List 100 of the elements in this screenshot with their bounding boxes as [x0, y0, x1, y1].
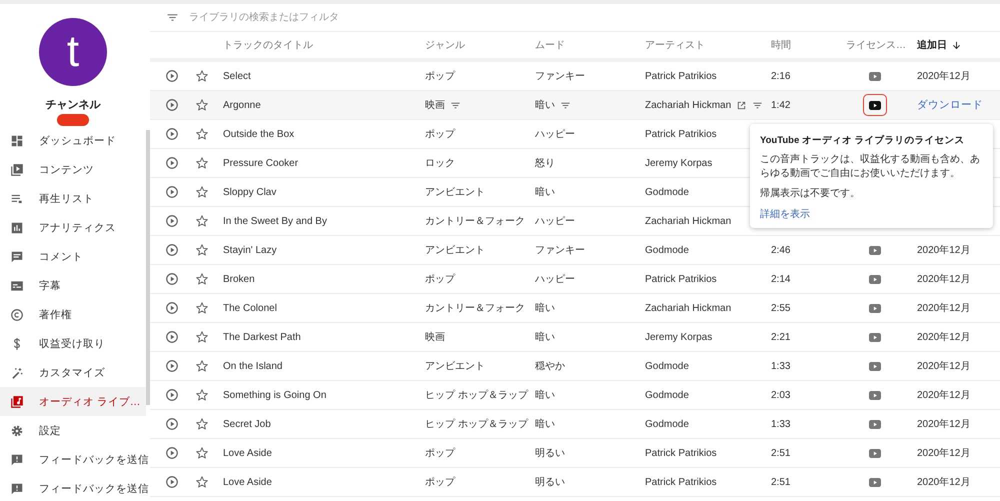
track-title: Pressure Cooker: [223, 158, 298, 168]
play-icon[interactable]: [165, 127, 179, 141]
details-link[interactable]: 詳細を表示: [760, 207, 983, 221]
star-icon[interactable]: [195, 475, 209, 489]
scrollbar[interactable]: [146, 130, 150, 405]
dashboard-icon: [10, 134, 24, 148]
duration-text: 2:03: [771, 390, 790, 400]
column-header[interactable]: アーティスト: [645, 38, 705, 52]
genre-text: 映画: [425, 98, 445, 112]
star-icon[interactable]: [195, 446, 209, 460]
play-icon[interactable]: [165, 301, 179, 315]
genre-text: ポップ: [425, 446, 455, 460]
play-icon[interactable]: [165, 156, 179, 170]
play-icon[interactable]: [165, 214, 179, 228]
column-header[interactable]: ライセンス…: [846, 38, 906, 52]
play-icon[interactable]: [165, 359, 179, 373]
column-header[interactable]: ジャンル: [425, 38, 465, 52]
star-icon[interactable]: [195, 243, 209, 257]
genre-text: 映画: [425, 330, 445, 344]
track-title: Sloppy Clav: [223, 186, 276, 198]
table-row[interactable]: Stayin' Lazy アンビエント ファンキー Godmode 2:46 2020年12月: [150, 236, 1000, 265]
table-row[interactable]: Argonne 映画 暗い Zachariah Hickman 1:42 ダウンロード: [150, 91, 1000, 120]
date-added: 2020年12月: [917, 418, 970, 431]
mood-text: 暗い: [535, 418, 555, 431]
play-icon[interactable]: [165, 330, 179, 344]
artist-text: Zachariah Hickman: [645, 100, 732, 110]
date-added: 2020年12月: [917, 70, 970, 83]
download-link[interactable]: ダウンロード: [917, 98, 983, 112]
table-row[interactable]: On the Island アンビエント 穏やか Godmode 1:33 2020年12月: [150, 352, 1000, 381]
star-icon[interactable]: [195, 98, 209, 112]
sidebar-item[interactable]: カスタマイズ: [0, 358, 146, 387]
arrow-down-icon[interactable]: [951, 40, 962, 50]
duration-text: 1:33: [771, 418, 790, 430]
genre-text: ポップ: [425, 476, 455, 489]
external-link-icon[interactable]: [736, 100, 748, 110]
video-icon: [869, 420, 881, 428]
genre-text: アンビエント: [425, 186, 485, 199]
sidebar-item[interactable]: 設定: [0, 416, 146, 445]
sidebar-item[interactable]: フィードバックを送信: [0, 445, 146, 474]
star-icon[interactable]: [195, 272, 209, 286]
mood-text: 暗い: [535, 302, 555, 315]
play-icon[interactable]: [165, 446, 179, 460]
sidebar-item[interactable]: アナリティクス: [0, 213, 146, 242]
play-icon[interactable]: [165, 388, 179, 402]
artist-text: Zachariah Hickman: [645, 216, 732, 226]
star-icon[interactable]: [195, 185, 209, 199]
sidebar-item[interactable]: コメント: [0, 242, 146, 271]
track-title: Love Aside: [223, 448, 272, 458]
sidebar-item[interactable]: フィードバックを送信: [0, 474, 146, 501]
star-icon[interactable]: [195, 69, 209, 83]
table-row[interactable]: Broken ポップ ハッピー Patrick Patrikios 2:14 2020年12月: [150, 265, 1000, 294]
video-icon: [869, 72, 881, 80]
column-header[interactable]: 追加日: [917, 38, 947, 52]
mood-text: ファンキー: [535, 70, 585, 83]
star-icon[interactable]: [195, 359, 209, 373]
date-added: 2020年12月: [917, 360, 970, 373]
table-row[interactable]: The Colonel カントリー＆フォーク 暗い Zachariah Hickman 2:55 2020年12月: [150, 294, 1000, 323]
play-icon[interactable]: [165, 98, 179, 112]
play-icon[interactable]: [165, 243, 179, 257]
star-icon[interactable]: [195, 388, 209, 402]
play-icon[interactable]: [165, 185, 179, 199]
table-row[interactable]: Something is Going On ヒップ ホップ＆ラップ 暗い Godmode 2:03 2020年12月: [150, 381, 1000, 410]
column-header[interactable]: 時間: [771, 38, 791, 52]
star-icon[interactable]: [195, 127, 209, 141]
sidebar-item[interactable]: 著作権: [0, 300, 146, 329]
channel-avatar[interactable]: t: [39, 18, 107, 86]
artist-text: Patrick Patrikios: [645, 70, 717, 82]
genre-text: ポップ: [425, 128, 455, 141]
sidebar-item[interactable]: コンテンツ: [0, 155, 146, 184]
play-icon[interactable]: [165, 272, 179, 286]
license-button[interactable]: [863, 94, 887, 116]
mood-text: 暗い: [535, 186, 555, 199]
copyright-icon: [10, 308, 24, 322]
star-icon[interactable]: [195, 330, 209, 344]
table-row[interactable]: Love Aside ポップ 明るい Patrick Patrikios 2:51 2020年12月: [150, 468, 1000, 497]
sidebar-item[interactable]: 字幕: [0, 271, 146, 300]
star-icon[interactable]: [195, 214, 209, 228]
mood-text: ファンキー: [535, 244, 585, 257]
table-row[interactable]: The Darkest Path 映画 暗い Jeremy Korpas 2:21 2020年12月: [150, 323, 1000, 352]
star-icon[interactable]: [195, 417, 209, 431]
table-row[interactable]: Love Aside ポップ 明るい Patrick Patrikios 2:51 2020年12月: [150, 439, 1000, 468]
star-icon[interactable]: [195, 156, 209, 170]
star-icon[interactable]: [195, 301, 209, 315]
track-title: In the Sweet By and By: [223, 216, 327, 226]
feedback-icon: [10, 452, 24, 466]
play-icon[interactable]: [165, 417, 179, 431]
sidebar-item[interactable]: 収益受け取り: [0, 329, 146, 358]
artist-text: Patrick Patrikios: [645, 476, 717, 488]
column-header[interactable]: ムード: [535, 38, 565, 52]
column-header[interactable]: トラックのタイトル: [223, 38, 313, 52]
mood-text: 穏やか: [535, 360, 565, 373]
sidebar-item[interactable]: 再生リスト: [0, 184, 146, 213]
track-title: Love Aside: [223, 476, 272, 488]
mood-text: 暗い: [535, 330, 555, 344]
play-icon[interactable]: [165, 475, 179, 489]
genre-text: アンビエント: [425, 360, 485, 373]
play-icon[interactable]: [165, 69, 179, 83]
sidebar-item[interactable]: オーディオ ライブ…: [0, 387, 146, 416]
sidebar-item[interactable]: ダッシュボード: [0, 126, 146, 155]
table-row[interactable]: Secret Job ヒップ ホップ＆ラップ 暗い Godmode 1:33 2020年12月: [150, 410, 1000, 439]
